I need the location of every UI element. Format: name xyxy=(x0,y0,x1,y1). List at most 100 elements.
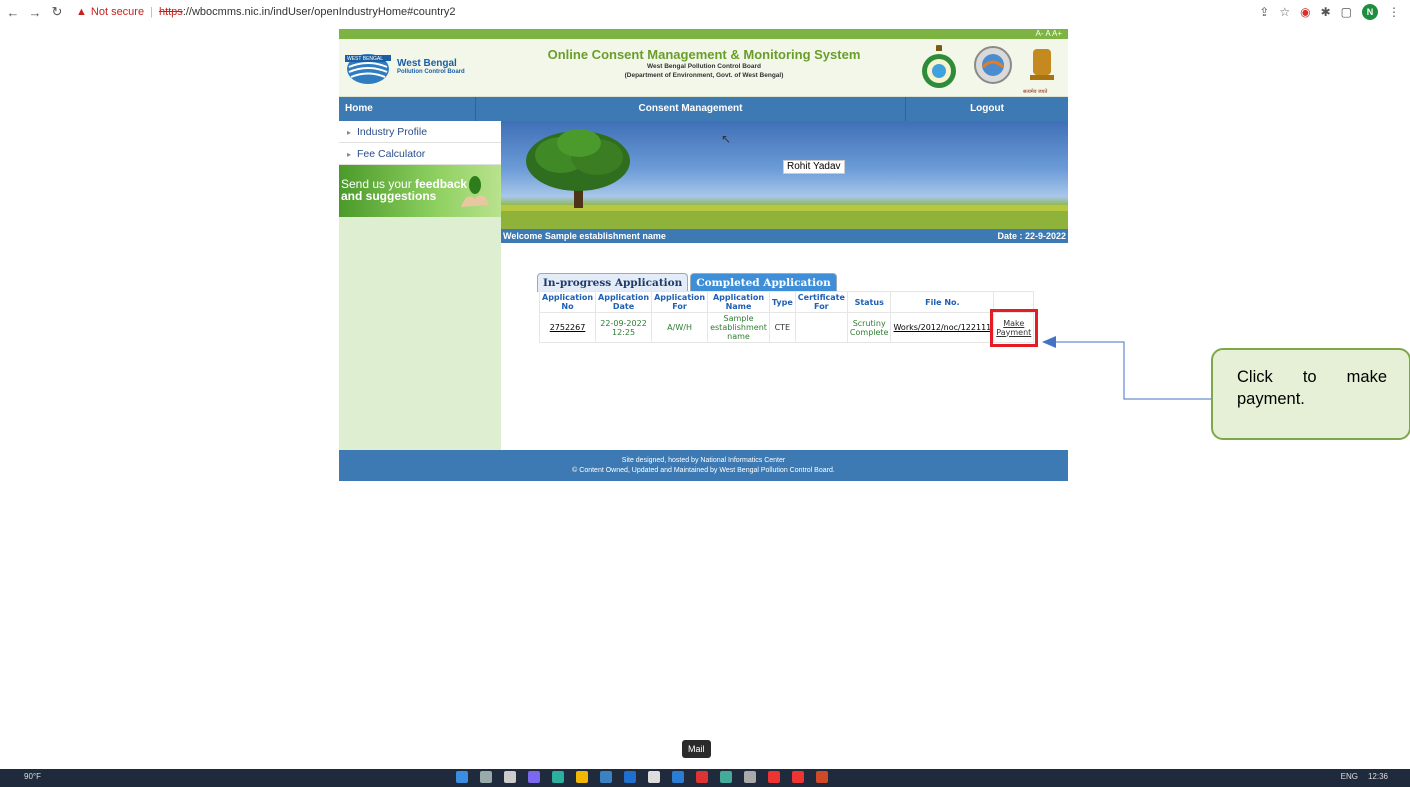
sidebar-item-label: Industry Profile xyxy=(357,126,428,138)
content-area: ▸ Industry Profile ▸ Fee Calculator Send u… xyxy=(339,121,1068,450)
menu-consent-management[interactable]: Consent Management xyxy=(476,97,906,121)
taskview-icon[interactable] xyxy=(504,771,516,783)
environment-emblem-icon xyxy=(922,45,956,88)
col-header: Application No xyxy=(538,291,597,313)
app-for: A/W/H xyxy=(651,312,709,343)
tab-inprogress-application[interactable]: In-progress Application xyxy=(537,273,689,292)
make-payment-button[interactable]: Make Payment xyxy=(989,308,1038,347)
logo-subtitle: Pollution Control Board xyxy=(397,69,465,75)
col-header: Application Date xyxy=(595,291,653,313)
app-status: Scrutiny Complete xyxy=(846,312,892,343)
folder-icon[interactable] xyxy=(576,771,588,783)
top-strip: A- A A+ xyxy=(339,29,1068,39)
app-icon[interactable] xyxy=(768,771,780,783)
store-icon[interactable] xyxy=(600,771,612,783)
menu-icon[interactable]: ⋮ xyxy=(1388,5,1400,19)
table-row: 2752267 22-09-2022 12:25 A/W/H Sample es… xyxy=(538,308,1038,347)
bullet-icon: ▸ xyxy=(347,150,352,159)
app-date: 22-09-2022 12:25 xyxy=(595,312,653,343)
word-icon[interactable] xyxy=(672,771,684,783)
language-indicator[interactable]: ENG xyxy=(1341,772,1358,781)
col-header: Status xyxy=(846,291,892,313)
seal-icon xyxy=(974,46,1012,84)
chat-icon[interactable] xyxy=(528,771,540,783)
extension-icon[interactable]: ◉ xyxy=(1300,5,1310,19)
footer-line-2: © Content Owned, Updated and Maintained … xyxy=(572,467,835,474)
taskbar-apps xyxy=(456,771,828,783)
app-icon[interactable] xyxy=(792,771,804,783)
profile-avatar[interactable]: N xyxy=(1362,4,1378,20)
mouse-cursor-icon: ↖ xyxy=(721,132,732,146)
col-header: Certificate For xyxy=(794,291,848,313)
search-icon[interactable] xyxy=(480,771,492,783)
browser-toolbar: ← → ↻ ▲ Not secure | https ://wbocmms.ni… xyxy=(0,0,1410,24)
app-no-link[interactable]: 2752267 xyxy=(538,312,597,343)
browser-actions: ⇪ ☆ ◉ ✱ ▢ N ⋮ xyxy=(1259,4,1400,20)
site-header: WEST BENGAL West Bengal Pollution Contro… xyxy=(339,39,1068,97)
site-subtitle-2: (Department of Environment, Govt. of Wes… xyxy=(624,72,784,79)
welcome-text: Welcome Sample establishment name xyxy=(503,231,666,241)
url-text: ://wbocmms.nic.in/indUser/openIndustryHo… xyxy=(182,6,456,18)
feedback-line-2: and suggestions xyxy=(341,189,437,203)
file-no-link[interactable]: Works/2012/noc/122111 xyxy=(890,312,995,343)
system-tray: ENG 12:36 xyxy=(1341,772,1388,781)
site-title: Online Consent Management & Monitoring S… xyxy=(547,47,861,62)
clock[interactable]: 12:36 xyxy=(1368,772,1388,781)
reload-icon[interactable]: ↻ xyxy=(48,4,66,20)
forward-icon[interactable]: → xyxy=(26,5,44,20)
main-panel: ↖ Rohit Yadav Welcome Sample establishme… xyxy=(501,121,1068,450)
sidebar-item-industry-profile[interactable]: ▸ Industry Profile xyxy=(339,121,501,143)
app-icon[interactable] xyxy=(720,771,732,783)
address-bar[interactable]: ▲ Not secure | https ://wbocmms.nic.in/i… xyxy=(76,6,456,18)
sidepanel-icon[interactable]: ▢ xyxy=(1341,5,1352,19)
weather-widget[interactable]: 90°F xyxy=(24,772,41,781)
app-name: Sample establishment name xyxy=(707,312,770,343)
site-subtitle-1: West Bengal Pollution Control Board xyxy=(647,63,761,70)
date-text: Date : 22-9-2022 xyxy=(997,231,1066,241)
back-icon[interactable]: ← xyxy=(4,5,22,20)
mail-tooltip: Mail xyxy=(682,740,711,758)
windows-taskbar: 90°F ENG 12:36 xyxy=(0,769,1410,787)
bullet-icon: ▸ xyxy=(347,128,352,137)
col-header: Application For xyxy=(651,291,709,313)
mail-icon[interactable] xyxy=(624,771,636,783)
completed-applications-table: Application No Application Date Applicat… xyxy=(538,291,1038,347)
sidebar-item-label: Fee Calculator xyxy=(357,148,426,160)
edge-icon[interactable] xyxy=(552,771,564,783)
col-header-action xyxy=(993,291,1035,313)
cert-for xyxy=(794,312,848,343)
menu-logout[interactable]: Logout xyxy=(906,97,1068,121)
emblem-caption: सत्यमेव जयते xyxy=(1023,89,1048,95)
chrome-icon[interactable] xyxy=(648,771,660,783)
callout-box: Click to make payment. xyxy=(1211,348,1410,440)
sidebar-item-fee-calculator[interactable]: ▸ Fee Calculator xyxy=(339,143,501,165)
url-scheme: https xyxy=(158,6,183,18)
app-icon[interactable] xyxy=(744,771,756,783)
user-name-label: Rohit Yadav xyxy=(783,160,845,174)
feedback-banner[interactable]: Send us your feedback and suggestions xyxy=(339,165,501,217)
site-container: A- A A+ WEST BENGAL West Bengal Pollutio… xyxy=(339,29,1068,481)
table-header-row: Application No Application Date Applicat… xyxy=(538,291,1035,313)
divider: | xyxy=(150,6,153,18)
tree-banner: ↖ Rohit Yadav xyxy=(501,121,1068,229)
powerpoint-icon[interactable] xyxy=(816,771,828,783)
app-icon[interactable] xyxy=(696,771,708,783)
tab-completed-application[interactable]: Completed Application xyxy=(690,273,837,292)
wbpcb-logo-icon xyxy=(345,54,391,84)
national-emblem-icon xyxy=(1030,49,1054,80)
col-header: Application Name xyxy=(707,291,770,313)
col-header: Type xyxy=(768,291,796,313)
font-size-controls[interactable]: A- A A+ xyxy=(1036,29,1062,38)
app-type: CTE xyxy=(768,312,796,343)
main-menu: Home Consent Management Logout xyxy=(339,97,1068,121)
col-header: File No. xyxy=(890,291,995,313)
star-icon[interactable]: ☆ xyxy=(1279,5,1290,19)
not-secure-label[interactable]: Not secure xyxy=(91,6,144,18)
warning-icon: ▲ xyxy=(76,6,87,18)
start-icon[interactable] xyxy=(456,771,468,783)
site-footer: Site designed, hosted by National Inform… xyxy=(339,450,1068,481)
hands-leaf-icon xyxy=(461,176,489,207)
menu-home[interactable]: Home xyxy=(339,97,476,121)
share-icon[interactable]: ⇪ xyxy=(1259,5,1269,19)
puzzle-icon[interactable]: ✱ xyxy=(1321,5,1331,19)
